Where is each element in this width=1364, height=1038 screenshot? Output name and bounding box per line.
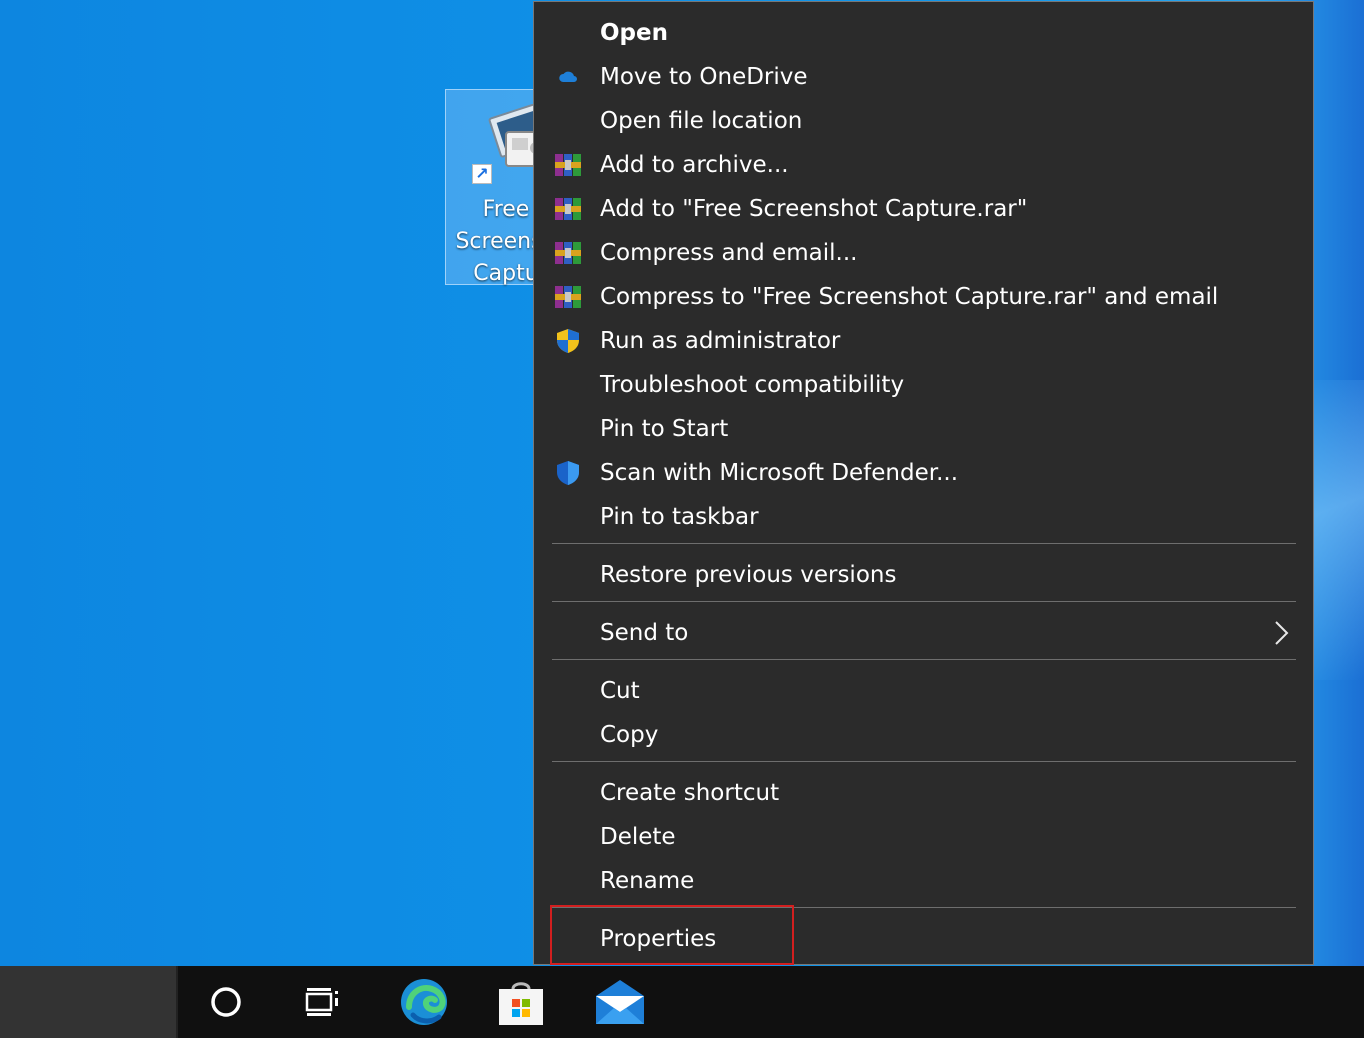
menu-item-cut[interactable]: Cut: [534, 669, 1313, 713]
menu-item-move-to-onedrive[interactable]: Move to OneDrive: [534, 55, 1313, 99]
chevron-right-icon: [1275, 621, 1289, 645]
menu-item-label: Pin to taskbar: [600, 504, 759, 530]
menu-item-label: Create shortcut: [600, 780, 780, 806]
properties-highlight-box: [550, 905, 794, 965]
menu-item-label: Move to OneDrive: [600, 64, 808, 90]
menu-item-label: Compress and email...: [600, 240, 858, 266]
menu-item-label: Add to "Free Screenshot Capture.rar": [600, 196, 1028, 222]
menu-item-send-to[interactable]: Send to: [534, 611, 1313, 655]
menu-item-copy[interactable]: Copy: [534, 713, 1313, 757]
menu-item-label: Pin to Start: [600, 416, 729, 442]
menu-item-label: Run as administrator: [600, 328, 841, 354]
menu-item-label: Compress to "Free Screenshot Capture.rar…: [600, 284, 1219, 310]
menu-item-add-to-archive[interactable]: Add to archive...: [534, 143, 1313, 187]
cortana-button[interactable]: [190, 966, 262, 1038]
menu-item-label: Open: [600, 20, 668, 46]
menu-item-run-as-administrator[interactable]: Run as administrator: [534, 319, 1313, 363]
winrar-icon: [554, 197, 582, 221]
task-view-icon: [305, 988, 338, 1016]
menu-item-label: Rename: [600, 868, 695, 894]
menu-separator: [552, 543, 1296, 544]
menu-item-pin-to-taskbar[interactable]: Pin to taskbar: [534, 495, 1313, 539]
store-icon: [499, 982, 543, 1025]
cortana-icon: [211, 987, 241, 1017]
winrar-icon: [554, 153, 582, 177]
taskbar: [0, 966, 1364, 1038]
menu-item-label: Restore previous versions: [600, 562, 897, 588]
menu-item-troubleshoot-compatibility[interactable]: Troubleshoot compatibility: [534, 363, 1313, 407]
menu-item-label: Cut: [600, 678, 640, 704]
winrar-icon: [554, 241, 582, 265]
menu-item-label: Troubleshoot compatibility: [600, 372, 905, 398]
menu-item-compress-to-rar-and-email[interactable]: Compress to "Free Screenshot Capture.rar…: [534, 275, 1313, 319]
uac-shield-icon: [554, 329, 582, 353]
menu-item-label: Delete: [600, 824, 676, 850]
menu-separator: [552, 659, 1296, 660]
edge-icon: [401, 979, 447, 1025]
menu-item-compress-and-email[interactable]: Compress and email...: [534, 231, 1313, 275]
task-view-button[interactable]: [286, 966, 358, 1038]
context-menu: Open Move to OneDrive Open file location…: [533, 1, 1314, 965]
menu-item-create-shortcut[interactable]: Create shortcut: [534, 771, 1313, 815]
menu-item-label: Scan with Microsoft Defender...: [600, 460, 959, 486]
menu-item-pin-to-start[interactable]: Pin to Start: [534, 407, 1313, 451]
shortcut-arrow-icon: ↗: [472, 164, 492, 184]
winrar-icon: [554, 285, 582, 309]
microsoft-store-button[interactable]: [485, 966, 557, 1038]
menu-separator: [552, 761, 1296, 762]
menu-item-label: Add to archive...: [600, 152, 789, 178]
mail-button[interactable]: [584, 966, 656, 1038]
menu-item-label: Open file location: [600, 108, 803, 134]
defender-shield-icon: [554, 461, 582, 485]
menu-item-rename[interactable]: Rename: [534, 859, 1313, 903]
menu-item-restore-previous-versions[interactable]: Restore previous versions: [534, 553, 1313, 597]
onedrive-icon: [554, 65, 582, 89]
menu-item-open-file-location[interactable]: Open file location: [534, 99, 1313, 143]
menu-item-label: Send to: [600, 620, 689, 646]
menu-separator: [552, 601, 1296, 602]
menu-item-scan-with-defender[interactable]: Scan with Microsoft Defender...: [534, 451, 1313, 495]
menu-item-label: Copy: [600, 722, 659, 748]
menu-item-delete[interactable]: Delete: [534, 815, 1313, 859]
taskbar-search-area[interactable]: [0, 966, 178, 1038]
edge-button[interactable]: [388, 966, 460, 1038]
menu-item-open[interactable]: Open: [534, 11, 1313, 55]
mail-icon: [596, 980, 644, 1024]
menu-item-add-to-rar[interactable]: Add to "Free Screenshot Capture.rar": [534, 187, 1313, 231]
